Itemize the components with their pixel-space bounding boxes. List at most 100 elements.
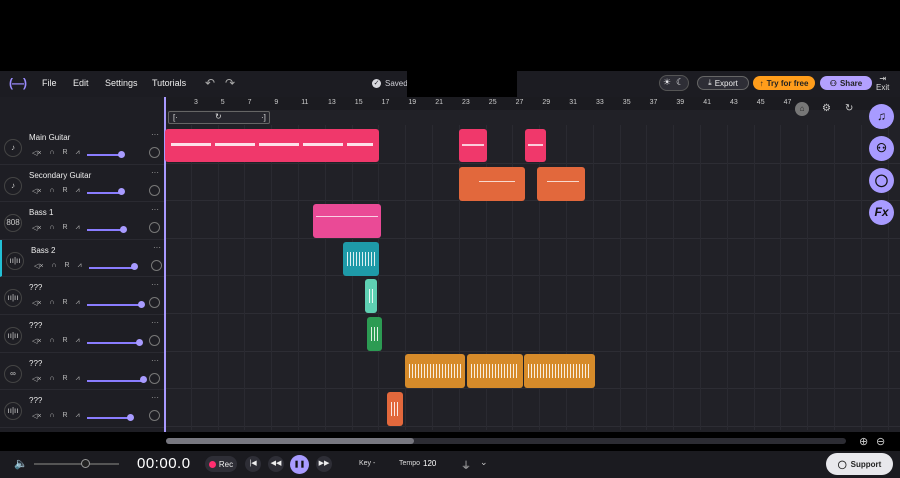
- headphones-icon[interactable]: ∩: [49, 299, 54, 307]
- pan-knob[interactable]: [149, 222, 160, 234]
- master-volume-knob[interactable]: [81, 459, 90, 468]
- clip-bass-1[interactable]: [313, 204, 381, 238]
- loop-icon[interactable]: ↻: [215, 112, 222, 121]
- exit-button[interactable]: ⇥ Exit: [876, 74, 889, 92]
- automation-icon[interactable]: ⩘: [76, 412, 80, 420]
- track-name[interactable]: ???: [29, 283, 42, 292]
- pan-knob[interactable]: [149, 184, 160, 196]
- track-volume-knob[interactable]: [127, 413, 135, 421]
- menu-tutorials[interactable]: Tutorials: [152, 78, 186, 88]
- gear-icon[interactable]: ⚙: [822, 103, 831, 114]
- automation-icon[interactable]: ⩘: [76, 149, 80, 157]
- redo-icon[interactable]: ↷: [225, 76, 235, 90]
- automation-icon[interactable]: ⩘: [76, 224, 80, 232]
- track-volume-knob[interactable]: [136, 338, 144, 346]
- record-arm-button[interactable]: R: [63, 375, 68, 383]
- refresh-icon[interactable]: ↻: [845, 103, 853, 114]
- clip-main-guitar-2[interactable]: [459, 129, 487, 162]
- pan-knob[interactable]: [151, 259, 162, 271]
- track-name[interactable]: Secondary Guitar: [29, 171, 91, 180]
- track-name[interactable]: Main Guitar: [29, 133, 70, 142]
- more-options-icon[interactable]: ···: [151, 393, 159, 402]
- track-name[interactable]: Bass 2: [31, 246, 55, 255]
- track-volume-slider[interactable]: [87, 229, 123, 232]
- clip-main-guitar-1[interactable]: [165, 129, 379, 162]
- zoom-out-icon[interactable]: ⊖: [876, 435, 885, 448]
- more-options-icon[interactable]: ···: [151, 318, 159, 327]
- automation-icon[interactable]: ⩘: [78, 262, 82, 270]
- clip-track-8[interactable]: [387, 392, 403, 426]
- pan-knob[interactable]: [149, 372, 160, 384]
- track-row[interactable]: ıı|ıı ??? ··· ◁× ∩ R ⩘: [0, 390, 164, 428]
- headphones-icon[interactable]: ∩: [49, 187, 54, 195]
- track-row[interactable]: ıı|ıı Bass 2 ··· ◁× ∩ R ⩘: [0, 239, 164, 278]
- track-row[interactable]: ıı|ıı ??? ··· ◁× ∩ R ⩘: [0, 277, 164, 315]
- theme-toggle[interactable]: ☀ ☾: [659, 75, 689, 91]
- clip-secondary-guitar-2[interactable]: [537, 167, 585, 201]
- tempo-value[interactable]: 120: [423, 459, 436, 468]
- pan-knob[interactable]: [149, 410, 160, 422]
- track-volume-slider[interactable]: [87, 191, 122, 194]
- speaker-icon[interactable]: 🔈: [14, 457, 28, 470]
- track-volume-knob[interactable]: [138, 300, 145, 308]
- undo-icon[interactable]: ↶: [205, 76, 215, 90]
- headphones-icon[interactable]: ∩: [49, 375, 54, 383]
- export-button[interactable]: ⤓ Export: [697, 76, 749, 90]
- chevron-down-icon[interactable]: ⌄: [480, 457, 488, 468]
- track-name[interactable]: ???: [29, 396, 42, 405]
- track-row[interactable]: 808 Bass 1 ··· ◁× ∩ R ⩘: [0, 202, 164, 240]
- more-options-icon[interactable]: ···: [153, 243, 161, 252]
- pan-knob[interactable]: [149, 335, 160, 346]
- more-options-icon[interactable]: ···: [151, 205, 159, 214]
- track-volume-slider[interactable]: [87, 154, 122, 156]
- timeline-ruler[interactable]: 3 5 7 9 11 13 15 17 19 21 23 25 27 29 31 33 35 37 39 41 43 45…: [164, 97, 900, 110]
- chat-button[interactable]: ◯: [869, 168, 894, 193]
- fast-forward-button[interactable]: ▶▶: [316, 456, 332, 472]
- mute-icon[interactable]: ◁×: [32, 224, 41, 232]
- horizontal-scrollbar[interactable]: [166, 438, 846, 444]
- track-volume-slider[interactable]: [87, 417, 131, 420]
- track-volume-slider[interactable]: [87, 342, 140, 344]
- more-options-icon[interactable]: ···: [151, 130, 159, 139]
- pan-knob[interactable]: [149, 297, 160, 309]
- mute-icon[interactable]: ◁×: [32, 375, 41, 383]
- track-volume-slider[interactable]: [87, 379, 143, 382]
- track-volume-slider[interactable]: [89, 266, 134, 269]
- more-options-icon[interactable]: ···: [151, 280, 159, 289]
- metronome-icon[interactable]: ⌂: [795, 102, 809, 116]
- mute-icon[interactable]: ◁×: [34, 262, 43, 270]
- master-volume-slider[interactable]: [34, 463, 119, 465]
- clip-track-7-1[interactable]: [405, 354, 465, 388]
- track-volume-knob[interactable]: [118, 150, 126, 158]
- menu-file[interactable]: File: [42, 78, 57, 88]
- record-button[interactable]: Rec: [205, 456, 237, 472]
- track-name[interactable]: Bass 1: [29, 208, 53, 217]
- automation-icon[interactable]: ⩘: [76, 187, 80, 195]
- clip-track-6[interactable]: [367, 317, 382, 351]
- app-logo[interactable]: (—): [9, 76, 31, 90]
- record-arm-button[interactable]: R: [65, 262, 70, 270]
- record-arm-button[interactable]: R: [63, 299, 68, 307]
- clip-secondary-guitar-1[interactable]: [459, 167, 525, 201]
- share-button[interactable]: ⚇ Share: [820, 76, 872, 90]
- loop-end-handle[interactable]: ·]: [261, 113, 266, 122]
- rewind-button[interactable]: ◀◀: [268, 456, 284, 472]
- headphones-icon[interactable]: ∩: [49, 412, 54, 420]
- pan-knob[interactable]: [149, 147, 160, 158]
- headphones-icon[interactable]: ∩: [49, 337, 54, 345]
- zoom-in-icon[interactable]: ⊕: [859, 435, 868, 448]
- key-selector[interactable]: Key -: [359, 460, 375, 467]
- record-arm-button[interactable]: R: [63, 149, 68, 157]
- track-row[interactable]: ıı|ıı ??? ··· ◁× ∩ R ⩘: [0, 315, 164, 353]
- scrollbar-thumb[interactable]: [166, 438, 414, 444]
- record-arm-button[interactable]: R: [63, 224, 68, 232]
- clip-track-5[interactable]: [365, 279, 377, 313]
- track-volume-knob[interactable]: [118, 188, 126, 196]
- support-button[interactable]: ◯ Support: [826, 453, 893, 475]
- more-options-icon[interactable]: ···: [151, 356, 159, 365]
- track-row[interactable]: ♪ Main Guitar ··· ◁× ∩ R ⩘: [0, 127, 164, 165]
- automation-icon[interactable]: ⩘: [76, 299, 80, 307]
- headphones-icon[interactable]: ∩: [51, 262, 56, 270]
- track-row[interactable]: ∞ ??? ··· ◁× ∩ R ⩘: [0, 353, 164, 391]
- pause-button[interactable]: ❚❚: [290, 455, 309, 474]
